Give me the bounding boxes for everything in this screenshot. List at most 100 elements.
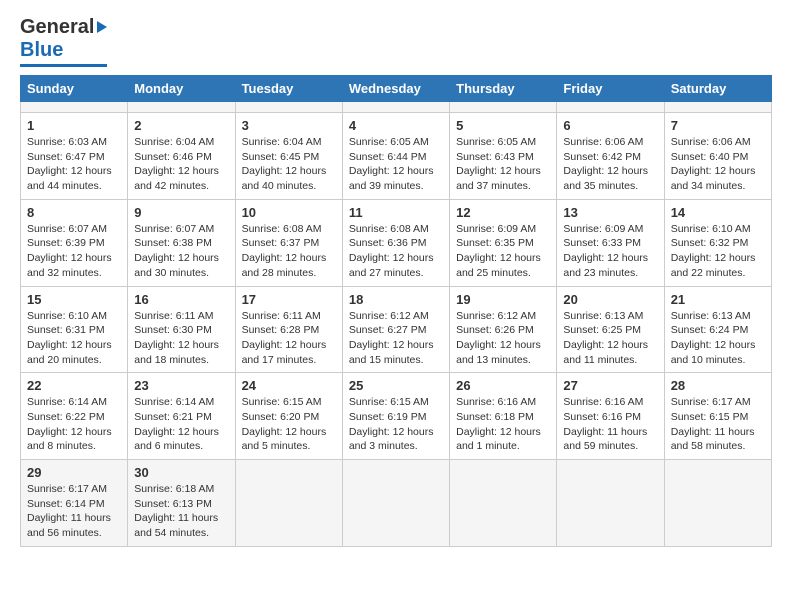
calendar: SundayMondayTuesdayWednesdayThursdayFrid… xyxy=(20,75,772,547)
day-info: Sunrise: 6:09 AM Sunset: 6:33 PM Dayligh… xyxy=(563,222,657,281)
day-info: Sunrise: 6:06 AM Sunset: 6:42 PM Dayligh… xyxy=(563,135,657,194)
day-info: Sunrise: 6:16 AM Sunset: 6:18 PM Dayligh… xyxy=(456,395,550,454)
day-number: 20 xyxy=(563,292,657,307)
calendar-cell: 24 Sunrise: 6:15 AM Sunset: 6:20 PM Dayl… xyxy=(235,373,342,460)
calendar-cell: 10 Sunrise: 6:08 AM Sunset: 6:37 PM Dayl… xyxy=(235,199,342,286)
calendar-cell: 25 Sunrise: 6:15 AM Sunset: 6:19 PM Dayl… xyxy=(342,373,449,460)
calendar-cell: 13 Sunrise: 6:09 AM Sunset: 6:33 PM Dayl… xyxy=(557,199,664,286)
calendar-cell xyxy=(235,102,342,113)
day-info: Sunrise: 6:16 AM Sunset: 6:16 PM Dayligh… xyxy=(563,395,657,454)
calendar-cell xyxy=(664,102,771,113)
day-number: 14 xyxy=(671,205,765,220)
calendar-header-row: SundayMondayTuesdayWednesdayThursdayFrid… xyxy=(21,76,772,102)
logo-blue: Blue xyxy=(20,39,63,62)
day-number: 9 xyxy=(134,205,228,220)
day-header-tuesday: Tuesday xyxy=(235,76,342,102)
calendar-cell: 16 Sunrise: 6:11 AM Sunset: 6:30 PM Dayl… xyxy=(128,286,235,373)
day-info: Sunrise: 6:13 AM Sunset: 6:24 PM Dayligh… xyxy=(671,309,765,368)
day-number: 8 xyxy=(27,205,121,220)
day-info: Sunrise: 6:13 AM Sunset: 6:25 PM Dayligh… xyxy=(563,309,657,368)
day-info: Sunrise: 6:08 AM Sunset: 6:37 PM Dayligh… xyxy=(242,222,336,281)
day-number: 23 xyxy=(134,378,228,393)
day-info: Sunrise: 6:17 AM Sunset: 6:15 PM Dayligh… xyxy=(671,395,765,454)
calendar-cell: 4 Sunrise: 6:05 AM Sunset: 6:44 PM Dayli… xyxy=(342,113,449,200)
day-info: Sunrise: 6:15 AM Sunset: 6:20 PM Dayligh… xyxy=(242,395,336,454)
calendar-cell xyxy=(557,102,664,113)
day-info: Sunrise: 6:05 AM Sunset: 6:43 PM Dayligh… xyxy=(456,135,550,194)
day-info: Sunrise: 6:15 AM Sunset: 6:19 PM Dayligh… xyxy=(349,395,443,454)
day-info: Sunrise: 6:14 AM Sunset: 6:22 PM Dayligh… xyxy=(27,395,121,454)
day-header-friday: Friday xyxy=(557,76,664,102)
day-number: 4 xyxy=(349,118,443,133)
calendar-cell: 2 Sunrise: 6:04 AM Sunset: 6:46 PM Dayli… xyxy=(128,113,235,200)
day-info: Sunrise: 6:04 AM Sunset: 6:46 PM Dayligh… xyxy=(134,135,228,194)
day-info: Sunrise: 6:18 AM Sunset: 6:13 PM Dayligh… xyxy=(134,482,228,541)
logo-arrow-icon xyxy=(97,21,107,33)
day-info: Sunrise: 6:12 AM Sunset: 6:26 PM Dayligh… xyxy=(456,309,550,368)
calendar-cell: 18 Sunrise: 6:12 AM Sunset: 6:27 PM Dayl… xyxy=(342,286,449,373)
calendar-cell xyxy=(128,102,235,113)
day-number: 18 xyxy=(349,292,443,307)
calendar-cell: 29 Sunrise: 6:17 AM Sunset: 6:14 PM Dayl… xyxy=(21,460,128,547)
day-info: Sunrise: 6:12 AM Sunset: 6:27 PM Dayligh… xyxy=(349,309,443,368)
calendar-cell xyxy=(342,102,449,113)
calendar-cell: 8 Sunrise: 6:07 AM Sunset: 6:39 PM Dayli… xyxy=(21,199,128,286)
day-info: Sunrise: 6:10 AM Sunset: 6:32 PM Dayligh… xyxy=(671,222,765,281)
day-number: 1 xyxy=(27,118,121,133)
day-number: 13 xyxy=(563,205,657,220)
calendar-week-4: 22 Sunrise: 6:14 AM Sunset: 6:22 PM Dayl… xyxy=(21,373,772,460)
day-number: 27 xyxy=(563,378,657,393)
calendar-cell: 9 Sunrise: 6:07 AM Sunset: 6:38 PM Dayli… xyxy=(128,199,235,286)
calendar-cell: 1 Sunrise: 6:03 AM Sunset: 6:47 PM Dayli… xyxy=(21,113,128,200)
calendar-cell xyxy=(450,460,557,547)
logo-underline xyxy=(20,64,107,67)
calendar-cell: 17 Sunrise: 6:11 AM Sunset: 6:28 PM Dayl… xyxy=(235,286,342,373)
logo-general: General xyxy=(20,16,94,39)
day-number: 24 xyxy=(242,378,336,393)
calendar-cell: 7 Sunrise: 6:06 AM Sunset: 6:40 PM Dayli… xyxy=(664,113,771,200)
header: General Blue xyxy=(20,16,772,67)
calendar-cell: 12 Sunrise: 6:09 AM Sunset: 6:35 PM Dayl… xyxy=(450,199,557,286)
day-number: 30 xyxy=(134,465,228,480)
calendar-cell xyxy=(557,460,664,547)
calendar-cell: 19 Sunrise: 6:12 AM Sunset: 6:26 PM Dayl… xyxy=(450,286,557,373)
calendar-cell: 6 Sunrise: 6:06 AM Sunset: 6:42 PM Dayli… xyxy=(557,113,664,200)
day-info: Sunrise: 6:06 AM Sunset: 6:40 PM Dayligh… xyxy=(671,135,765,194)
day-number: 5 xyxy=(456,118,550,133)
calendar-week-2: 8 Sunrise: 6:07 AM Sunset: 6:39 PM Dayli… xyxy=(21,199,772,286)
day-info: Sunrise: 6:07 AM Sunset: 6:39 PM Dayligh… xyxy=(27,222,121,281)
calendar-cell: 11 Sunrise: 6:08 AM Sunset: 6:36 PM Dayl… xyxy=(342,199,449,286)
calendar-week-0 xyxy=(21,102,772,113)
day-number: 15 xyxy=(27,292,121,307)
day-info: Sunrise: 6:08 AM Sunset: 6:36 PM Dayligh… xyxy=(349,222,443,281)
logo: General Blue xyxy=(20,16,107,67)
day-header-saturday: Saturday xyxy=(664,76,771,102)
day-number: 3 xyxy=(242,118,336,133)
calendar-cell xyxy=(342,460,449,547)
day-info: Sunrise: 6:05 AM Sunset: 6:44 PM Dayligh… xyxy=(349,135,443,194)
day-number: 29 xyxy=(27,465,121,480)
calendar-cell xyxy=(664,460,771,547)
calendar-cell: 21 Sunrise: 6:13 AM Sunset: 6:24 PM Dayl… xyxy=(664,286,771,373)
day-number: 17 xyxy=(242,292,336,307)
day-number: 10 xyxy=(242,205,336,220)
calendar-cell: 30 Sunrise: 6:18 AM Sunset: 6:13 PM Dayl… xyxy=(128,460,235,547)
calendar-cell: 22 Sunrise: 6:14 AM Sunset: 6:22 PM Dayl… xyxy=(21,373,128,460)
day-info: Sunrise: 6:11 AM Sunset: 6:30 PM Dayligh… xyxy=(134,309,228,368)
day-number: 7 xyxy=(671,118,765,133)
calendar-cell: 14 Sunrise: 6:10 AM Sunset: 6:32 PM Dayl… xyxy=(664,199,771,286)
day-info: Sunrise: 6:07 AM Sunset: 6:38 PM Dayligh… xyxy=(134,222,228,281)
calendar-week-1: 1 Sunrise: 6:03 AM Sunset: 6:47 PM Dayli… xyxy=(21,113,772,200)
day-header-sunday: Sunday xyxy=(21,76,128,102)
calendar-cell: 23 Sunrise: 6:14 AM Sunset: 6:21 PM Dayl… xyxy=(128,373,235,460)
day-number: 22 xyxy=(27,378,121,393)
day-info: Sunrise: 6:10 AM Sunset: 6:31 PM Dayligh… xyxy=(27,309,121,368)
calendar-cell: 15 Sunrise: 6:10 AM Sunset: 6:31 PM Dayl… xyxy=(21,286,128,373)
day-number: 25 xyxy=(349,378,443,393)
day-info: Sunrise: 6:17 AM Sunset: 6:14 PM Dayligh… xyxy=(27,482,121,541)
day-header-thursday: Thursday xyxy=(450,76,557,102)
calendar-cell xyxy=(235,460,342,547)
day-header-wednesday: Wednesday xyxy=(342,76,449,102)
calendar-week-5: 29 Sunrise: 6:17 AM Sunset: 6:14 PM Dayl… xyxy=(21,460,772,547)
day-number: 26 xyxy=(456,378,550,393)
